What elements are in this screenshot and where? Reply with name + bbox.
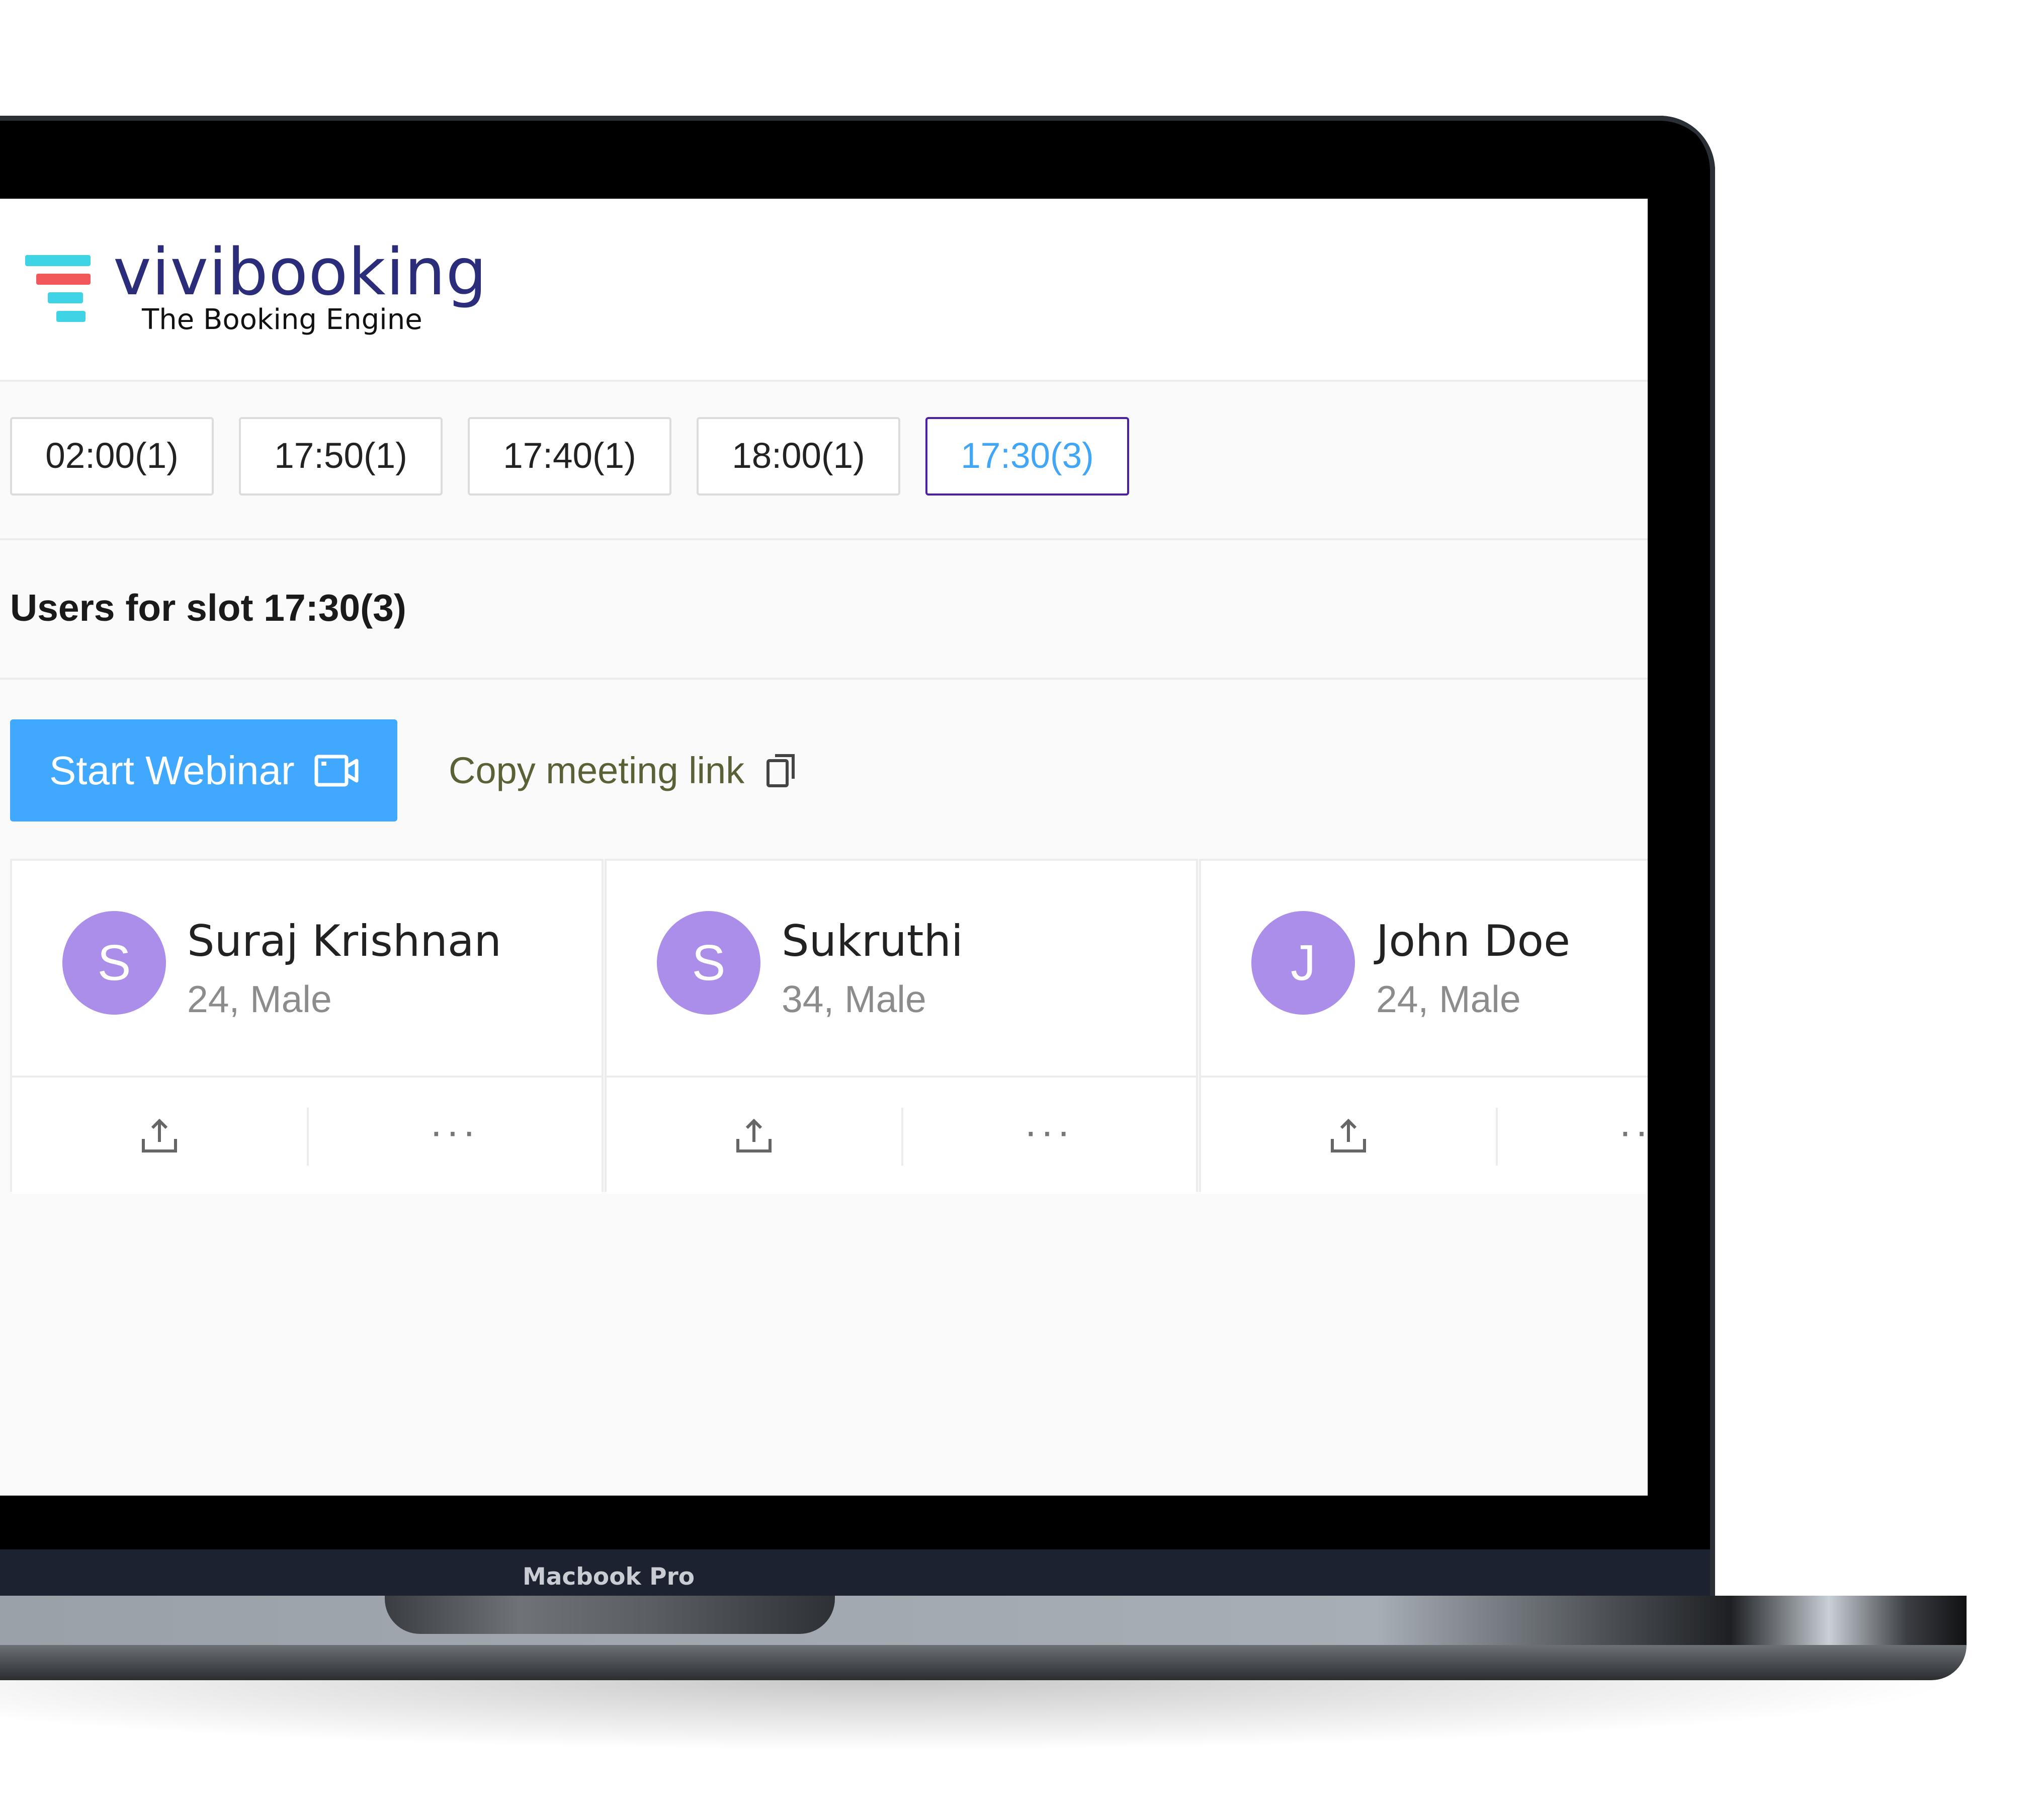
divider bbox=[0, 538, 1648, 540]
app-screen: vivibooking The Booking Engine 02:00(1) … bbox=[0, 199, 1648, 1496]
upload-icon bbox=[142, 1118, 177, 1153]
avatar: J bbox=[1251, 911, 1355, 1015]
card-actions: ··· bbox=[607, 1076, 1196, 1194]
slot-button-selected[interactable]: 17:30(3) bbox=[925, 417, 1129, 496]
copy-meeting-link[interactable]: Copy meeting link bbox=[449, 719, 796, 821]
more-options-icon: ··· bbox=[1024, 1108, 1073, 1154]
card-actions: ··· bbox=[12, 1076, 602, 1194]
laptop-base bbox=[0, 1596, 1967, 1646]
user-name: John Doe bbox=[1376, 916, 1571, 966]
user-card: S Suraj Krishnan 24, Male ··· bbox=[10, 859, 604, 1194]
laptop-shadow bbox=[0, 1680, 1962, 1751]
upload-icon bbox=[736, 1118, 772, 1153]
slot-button[interactable]: 18:00(1) bbox=[697, 417, 900, 496]
more-options-icon: ··· bbox=[430, 1108, 479, 1154]
more-options-button[interactable]: ··· bbox=[1496, 1078, 1648, 1194]
upload-button[interactable] bbox=[1201, 1078, 1496, 1194]
avatar: S bbox=[62, 911, 166, 1015]
user-meta: 24, Male bbox=[187, 978, 332, 1020]
copy-icon bbox=[766, 754, 795, 788]
upload-button[interactable] bbox=[607, 1078, 901, 1194]
card-actions: ··· bbox=[1201, 1076, 1648, 1194]
copy-link-label: Copy meeting link bbox=[449, 750, 745, 791]
user-name: Suraj Krishnan bbox=[187, 916, 502, 966]
user-card: S Sukruthi 34, Male ··· bbox=[605, 859, 1198, 1194]
user-name: Sukruthi bbox=[782, 916, 963, 966]
brand-tagline: The Booking Engine bbox=[142, 303, 422, 336]
user-meta: 34, Male bbox=[782, 978, 926, 1020]
slot-button[interactable]: 02:00(1) bbox=[10, 417, 214, 496]
slot-button[interactable]: 17:40(1) bbox=[468, 417, 671, 496]
start-webinar-button[interactable]: Start Webinar bbox=[10, 719, 397, 821]
laptop-base-edge bbox=[0, 1645, 1967, 1680]
laptop-notch bbox=[385, 1596, 835, 1634]
vivibooking-logo-icon bbox=[25, 255, 91, 322]
start-webinar-label: Start Webinar bbox=[49, 748, 295, 793]
divider bbox=[0, 678, 1648, 680]
upload-icon bbox=[1331, 1118, 1366, 1153]
user-meta: 24, Male bbox=[1376, 978, 1521, 1020]
more-options-button[interactable]: ··· bbox=[901, 1078, 1196, 1194]
more-options-icon: ··· bbox=[1619, 1108, 1648, 1154]
header-bar: vivibooking The Booking Engine bbox=[0, 199, 1648, 382]
upload-button[interactable] bbox=[12, 1078, 307, 1194]
video-camera-icon bbox=[314, 755, 359, 787]
avatar: S bbox=[657, 911, 760, 1015]
user-card: J John Doe 24, Male ··· bbox=[1199, 859, 1648, 1194]
section-title: Users for slot 17:30(3) bbox=[10, 587, 406, 629]
brand-name: vivibooking bbox=[113, 235, 487, 310]
slot-button[interactable]: 17:50(1) bbox=[239, 417, 443, 496]
more-options-button[interactable]: ··· bbox=[307, 1078, 602, 1194]
